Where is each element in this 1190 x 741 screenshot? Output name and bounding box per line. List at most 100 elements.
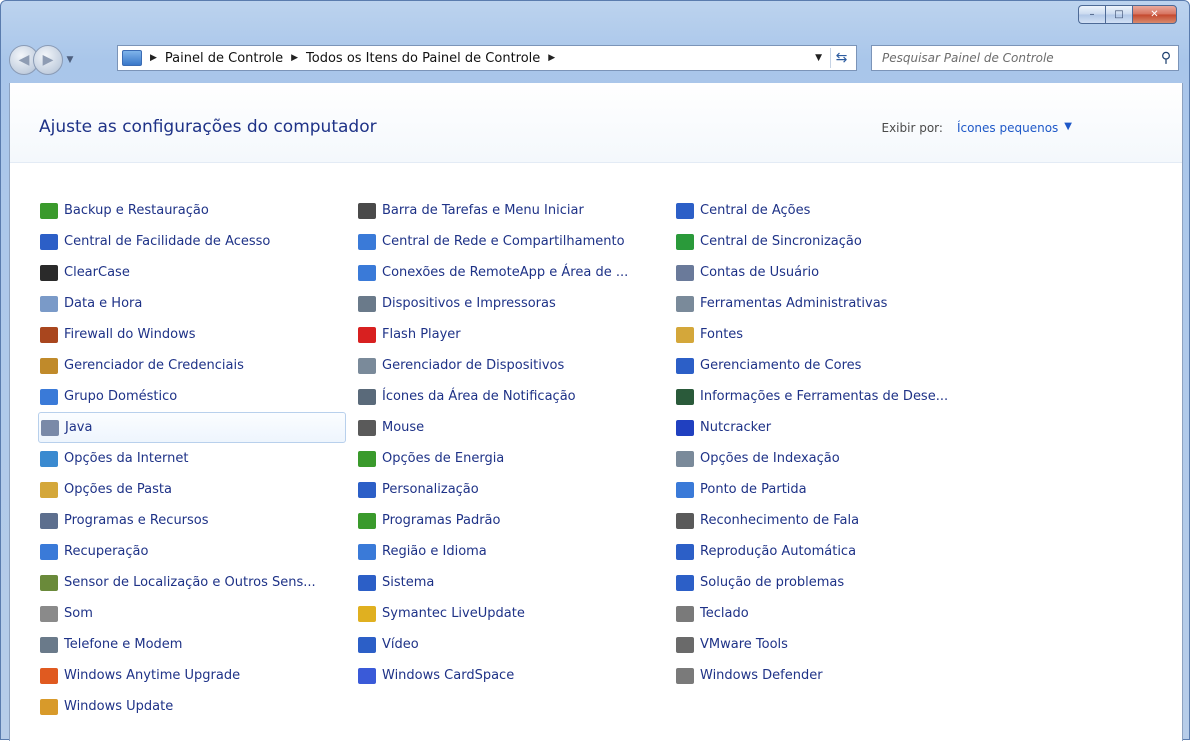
nutcracker-icon	[676, 419, 694, 436]
address-history-dropdown-icon[interactable]: ▼	[815, 53, 822, 63]
control-panel-item[interactable]: Ícones da Área de Notificação	[356, 381, 674, 412]
control-panel-item[interactable]: Central de Ações	[674, 195, 1014, 226]
forward-button[interactable]: ▶	[33, 45, 63, 75]
control-panel-item[interactable]: Informações e Ferramentas de Dese...	[674, 381, 1014, 412]
refresh-icon[interactable]: ⇆	[830, 48, 852, 68]
control-panel-item[interactable]: Gerenciador de Credenciais	[38, 350, 356, 381]
control-panel-item[interactable]: Windows Update	[38, 691, 356, 722]
close-button[interactable]: ✕	[1132, 5, 1177, 24]
control-panel-item[interactable]: Backup e Restauração	[38, 195, 356, 226]
control-panel-item[interactable]: Symantec LiveUpdate	[356, 598, 674, 629]
control-panel-item[interactable]: Central de Facilidade de Acesso	[38, 226, 356, 257]
vmware-icon	[676, 636, 694, 653]
control-panel-item[interactable]: Reconhecimento de Fala	[674, 505, 1014, 536]
view-by-label: Exibir por:	[881, 121, 943, 135]
personalization-icon	[358, 481, 376, 498]
breadcrumb-control-panel[interactable]: Painel de Controle	[165, 51, 283, 66]
control-panel-item[interactable]: Flash Player	[356, 319, 674, 350]
control-panel-item-label: Opções da Internet	[64, 451, 189, 466]
control-panel-item[interactable]: Opções de Indexação	[674, 443, 1014, 474]
control-panel-item[interactable]: Vídeo	[356, 629, 674, 660]
view-by-dropdown[interactable]: Ícones pequenos	[957, 121, 1058, 135]
control-panel-item[interactable]: Central de Sincronização	[674, 226, 1014, 257]
content-pane: Ajuste as configurações do computador Ex…	[9, 83, 1183, 741]
control-panel-item[interactable]: Teclado	[674, 598, 1014, 629]
clock-icon	[40, 295, 58, 312]
control-panel-item[interactable]: Região e Idioma	[356, 536, 674, 567]
control-panel-item-label: Backup e Restauração	[64, 203, 209, 218]
control-panel-item[interactable]: Contas de Usuário	[674, 257, 1014, 288]
minimize-button[interactable]: –	[1078, 5, 1105, 24]
folder-options-icon	[40, 481, 58, 498]
control-panel-item[interactable]: Barra de Tarefas e Menu Iniciar	[356, 195, 674, 226]
control-panel-item[interactable]: Central de Rede e Compartilhamento	[356, 226, 674, 257]
network-icon	[358, 233, 376, 250]
defender-icon	[676, 667, 694, 684]
control-panel-item-label: Fontes	[700, 327, 744, 342]
control-panel-item[interactable]: Gerenciador de Dispositivos	[356, 350, 674, 381]
control-panel-item[interactable]: Telefone e Modem	[38, 629, 356, 660]
control-panel-item-label: Opções de Indexação	[700, 451, 840, 466]
control-panel-item[interactable]: Solução de problemas	[674, 567, 1014, 598]
ease-of-access-icon	[40, 233, 58, 250]
control-panel-item[interactable]: Windows Defender	[674, 660, 1014, 691]
control-panel-item[interactable]: ClearCase	[38, 257, 356, 288]
caption-buttons: – □ ✕	[1078, 5, 1177, 24]
control-panel-item[interactable]: Ponto de Partida	[674, 474, 1014, 505]
control-panel-item-label: VMware Tools	[700, 637, 788, 652]
control-panel-item[interactable]: Reprodução Automática	[674, 536, 1014, 567]
forward-arrow-icon: ▶	[42, 52, 54, 68]
control-panel-item-label: ClearCase	[64, 265, 130, 280]
maximize-button[interactable]: □	[1105, 5, 1132, 24]
control-panel-item-label: Telefone e Modem	[64, 637, 183, 652]
control-panel-item-label: Teclado	[700, 606, 749, 621]
performance-icon	[676, 388, 694, 405]
control-panel-item[interactable]: Opções de Pasta	[38, 474, 356, 505]
content-header: Ajuste as configurações do computador Ex…	[10, 83, 1182, 163]
control-panel-item[interactable]: Conexões de RemoteApp e Área de ...	[356, 257, 674, 288]
control-panel-item[interactable]: VMware Tools	[674, 629, 1014, 660]
control-panel-item[interactable]: Recuperação	[38, 536, 356, 567]
control-panel-item[interactable]: Nutcracker	[674, 412, 1014, 443]
power-icon	[358, 450, 376, 467]
control-panel-item-label: Vídeo	[382, 637, 419, 652]
control-panel-item-label: Som	[64, 606, 93, 621]
breadcrumb-all-items[interactable]: Todos os Itens do Painel de Controle	[306, 51, 540, 66]
control-panel-item-label: Java	[65, 420, 93, 435]
recent-pages-dropdown[interactable]: ▼	[63, 55, 77, 65]
breadcrumb-separator-icon[interactable]: ▶	[548, 53, 555, 63]
control-panel-item[interactable]: Personalização	[356, 474, 674, 505]
control-panel-item[interactable]: Windows Anytime Upgrade	[38, 660, 356, 691]
breadcrumb-separator-icon[interactable]: ▶	[291, 53, 298, 63]
control-panel-item-label: Recuperação	[64, 544, 149, 559]
search-icon[interactable]: ⚲	[1154, 50, 1178, 66]
control-panel-item[interactable]: Sensor de Localização e Outros Sens...	[38, 567, 356, 598]
symantec-icon	[358, 605, 376, 622]
control-panel-item[interactable]: Mouse	[356, 412, 674, 443]
control-panel-item[interactable]: Grupo Doméstico	[38, 381, 356, 412]
control-panel-item-label: Gerenciamento de Cores	[700, 358, 862, 373]
control-panel-item[interactable]: Data e Hora	[38, 288, 356, 319]
control-panel-item[interactable]: Programas Padrão	[356, 505, 674, 536]
control-panel-item[interactable]: Opções da Internet	[38, 443, 356, 474]
address-bar[interactable]: ▶ Painel de Controle ▶ Todos os Itens do…	[117, 45, 857, 71]
control-panel-item[interactable]: Som	[38, 598, 356, 629]
control-panel-item[interactable]: Ferramentas Administrativas	[674, 288, 1014, 319]
chevron-down-icon[interactable]: ▼	[1064, 121, 1072, 135]
getting-started-icon	[676, 481, 694, 498]
control-panel-item[interactable]: Gerenciamento de Cores	[674, 350, 1014, 381]
sync-icon	[676, 233, 694, 250]
control-panel-item[interactable]: Firewall do Windows	[38, 319, 356, 350]
breadcrumb-separator-icon[interactable]: ▶	[150, 53, 157, 63]
control-panel-item[interactable]: Programas e Recursos	[38, 505, 356, 536]
troubleshooting-icon	[676, 574, 694, 591]
control-panel-item[interactable]: Opções de Energia	[356, 443, 674, 474]
control-panel-item[interactable]: Dispositivos e Impressoras	[356, 288, 674, 319]
control-panel-item[interactable]: Fontes	[674, 319, 1014, 350]
search-input[interactable]	[872, 47, 1154, 69]
control-panel-item[interactable]: Windows CardSpace	[356, 660, 674, 691]
search-box[interactable]: ⚲	[871, 45, 1179, 71]
control-panel-item[interactable]: Sistema	[356, 567, 674, 598]
control-panel-item[interactable]: Java	[38, 412, 346, 443]
control-panel-item-label: Reconhecimento de Fala	[700, 513, 860, 528]
